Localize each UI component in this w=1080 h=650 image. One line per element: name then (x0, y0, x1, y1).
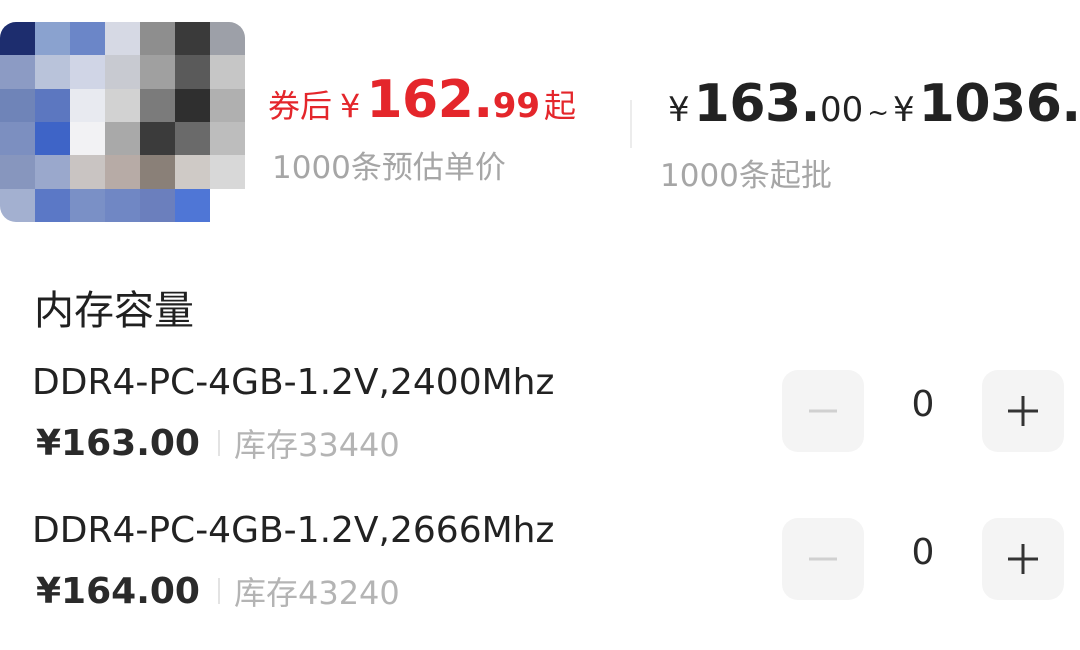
range-note: 1000条起批 (660, 158, 832, 194)
coupon-currency: ¥ (340, 87, 361, 125)
thumbnail-pixel (0, 55, 35, 89)
sku-price: ¥163.00 (36, 422, 200, 464)
thumbnail-pixel (210, 155, 245, 189)
thumbnail-pixel (140, 55, 175, 89)
thumbnail-pixel (175, 22, 210, 56)
thumbnail-pixel (210, 188, 245, 222)
range-low-decimal: 00 (819, 90, 864, 130)
thumbnail-pixel (210, 121, 245, 156)
sku-divider (217, 430, 220, 456)
thumbnail-pixel (70, 22, 105, 56)
minus-icon (809, 409, 837, 413)
thumbnail-pixel (210, 88, 245, 122)
thumbnail-pixel (70, 55, 105, 89)
coupon-note: 1000条预估单价 (272, 150, 506, 186)
thumbnail-pixel (0, 188, 35, 222)
thumbnail-pixel (175, 155, 210, 189)
range-currency-low: ¥ (668, 90, 690, 130)
coupon-price-decimal: 99 (492, 86, 541, 126)
increment-button[interactable] (982, 370, 1064, 452)
thumbnail-pixel (35, 121, 70, 156)
thumbnail-pixel (70, 155, 105, 189)
range-low-integer: 163. (693, 74, 821, 134)
thumbnail-pixel (0, 155, 35, 189)
sku-stock: 库存43240 (233, 574, 400, 612)
plus-icon (1008, 544, 1038, 574)
coupon-price: 券后 ¥ 162. 99 起 (268, 70, 576, 140)
sku-stock: 库存33440 (233, 426, 400, 464)
coupon-suffix: 起 (544, 87, 577, 125)
thumbnail-pixel (105, 155, 140, 189)
thumbnail-pixel (175, 88, 210, 122)
section-title: 内存容量 (34, 288, 194, 334)
thumbnail-pixel (35, 155, 70, 189)
sku-price-row: ¥164.00 库存43240 (36, 568, 400, 614)
thumbnail-pixel (140, 188, 175, 222)
increment-button[interactable] (982, 518, 1064, 600)
thumbnail-pixel (35, 55, 70, 89)
thumbnail-pixel (175, 121, 210, 156)
coupon-label: 券后 (268, 87, 333, 125)
thumbnail-pixel (175, 55, 210, 89)
product-thumbnail[interactable] (0, 22, 245, 222)
thumbnail-pixel (70, 188, 105, 222)
thumbnail-pixel (35, 22, 70, 56)
thumbnail-pixel (0, 121, 35, 156)
thumbnail-pixel (140, 88, 175, 122)
plus-icon (1008, 396, 1038, 426)
sku-row: DDR4-PC-4GB-1.2V,2666Mhz ¥164.00 库存43240… (0, 510, 1080, 650)
thumbnail-pixel (35, 88, 70, 122)
sku-name: DDR4-PC-4GB-1.2V,2400Mhz (32, 362, 555, 403)
thumbnail-pixel (0, 88, 35, 122)
coupon-price-integer: 162. (366, 70, 493, 130)
thumbnail-pixel (140, 121, 175, 156)
sku-divider (217, 578, 220, 604)
sku-name: DDR4-PC-4GB-1.2V,2666Mhz (32, 510, 555, 551)
sku-price-row: ¥163.00 库存33440 (36, 420, 400, 466)
quantity-value[interactable]: 0 (864, 532, 982, 573)
thumbnail-pixel (210, 22, 245, 56)
decrement-button[interactable] (782, 370, 864, 452)
thumbnail-pixel (105, 188, 140, 222)
minus-icon (809, 557, 837, 561)
thumbnail-pixel (105, 22, 140, 56)
range-currency-high: ¥ (893, 90, 915, 130)
sku-price: ¥164.00 (36, 570, 200, 612)
price-range: ¥ 163. 00 ~ ¥ 1036. (668, 74, 1080, 134)
thumbnail-pixel (70, 121, 105, 156)
thumbnail-pixel (210, 55, 245, 89)
sku-row: DDR4-PC-4GB-1.2V,2400Mhz ¥163.00 库存33440… (0, 362, 1080, 502)
range-high-integer: 1036. (918, 74, 1080, 134)
thumbnail-pixel (105, 121, 140, 156)
thumbnail-pixel (70, 88, 105, 122)
thumbnail-pixel (0, 22, 35, 56)
thumbnail-pixel (140, 22, 175, 56)
decrement-button[interactable] (782, 518, 864, 600)
thumbnail-pixel (175, 188, 210, 222)
thumbnail-pixel (140, 155, 175, 189)
quantity-value[interactable]: 0 (864, 384, 982, 425)
price-divider (630, 100, 632, 148)
thumbnail-pixel (105, 88, 140, 122)
thumbnail-pixel (105, 55, 140, 89)
range-tilde: ~ (867, 98, 890, 128)
thumbnail-pixel (35, 188, 70, 222)
